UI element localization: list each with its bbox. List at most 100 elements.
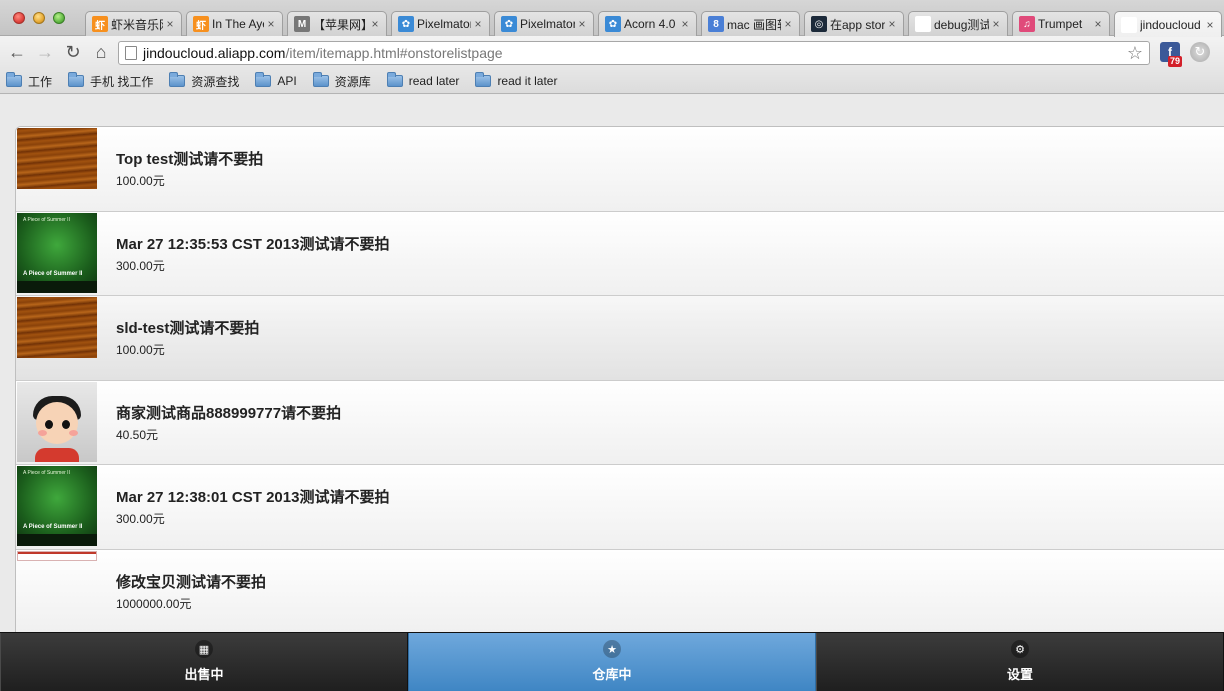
folder-icon (6, 72, 22, 87)
bookmark-folder[interactable]: 工作 (6, 72, 52, 90)
tab-close-icon[interactable]: × (471, 17, 485, 31)
bookmark-label: 手机 找工作 (90, 74, 154, 89)
item-title: 商家测试商品888999777请不要拍 (116, 404, 342, 422)
tab-favicon-icon: 虾 (193, 16, 209, 32)
browser-tab[interactable]: ✿ Pixelmator × (494, 11, 594, 36)
list-item[interactable]: A Piece of Summer II A Piece of Summer II… (16, 465, 1224, 550)
tab-close-icon[interactable]: × (781, 17, 795, 31)
tab-favicon-icon: ♫ (1019, 16, 1035, 32)
thumbnail-bar (17, 280, 97, 293)
browser-tab[interactable]: ♫ Trumpet × (1012, 11, 1110, 36)
item-thumbnail (17, 381, 97, 462)
bookmark-folder[interactable]: 资源库 (312, 72, 371, 90)
forward-button[interactable]: → (34, 41, 56, 63)
tab-title: 虾米音乐网 (111, 17, 163, 32)
tab-title: Pixelmator (520, 17, 575, 31)
tab-title: 【苹果网】 (313, 17, 368, 32)
item-price: 100.00元 (116, 343, 165, 357)
item-price: 300.00元 (116, 512, 165, 526)
tab-favicon-icon (915, 16, 931, 32)
bookmark-folder[interactable]: read it later (475, 72, 557, 88)
bookmark-label: API (277, 74, 297, 88)
thumbnail-caption: A Piece of Summer II (23, 524, 83, 530)
tab-title: debug测试 (934, 17, 989, 32)
list-item[interactable]: Top test测试请不要拍 100.00元 (16, 127, 1224, 212)
home-button[interactable]: ⌂ (90, 41, 112, 63)
bookmark-star-icon[interactable]: ☆ (1127, 43, 1143, 64)
bottom-navbar: ▦ 出售中 ★ 仓库中 ⚙ 设置 (0, 632, 1224, 691)
list-item[interactable]: 修改宝贝测试请不要拍 1000000.00元 (16, 549, 1224, 632)
zoom-window-button[interactable] (53, 12, 65, 24)
item-title: 修改宝贝测试请不要拍 (116, 573, 267, 591)
tab-close-icon[interactable]: × (264, 17, 278, 31)
close-window-button[interactable] (13, 12, 25, 24)
bookmark-folder[interactable]: API (255, 72, 297, 88)
page-icon (125, 46, 137, 60)
folder-icon (475, 72, 492, 87)
tab-favicon-icon: 虾 (92, 16, 108, 32)
browser-toolbar: ← → ↻ ⌂ jindoucloud.aliapp.com/item/item… (0, 36, 1224, 69)
bookmark-label: 资源库 (334, 74, 371, 89)
tab-close-icon[interactable]: × (575, 17, 589, 31)
list-item[interactable]: 商家测试商品888999777请不要拍 40.50元 (16, 380, 1224, 465)
extension-badge: 79 (1168, 56, 1183, 67)
item-thumbnail: A Piece of Summer II A Piece of Summer II (17, 212, 97, 293)
item-price: 40.50元 (116, 427, 159, 442)
tab-favicon-icon: ◎ (811, 16, 827, 32)
tab-favicon-icon: ✿ (501, 16, 517, 32)
tab-favicon-icon: 8 (708, 16, 724, 32)
item-price: 300.00元 (116, 258, 165, 273)
tab-close-icon[interactable]: × (989, 17, 1003, 31)
folder-icon (169, 72, 186, 87)
folder-icon (386, 72, 403, 87)
folder-icon (255, 72, 272, 87)
bookmark-label: 资源查找 (191, 74, 240, 89)
tab-close-icon[interactable]: × (368, 17, 382, 31)
item-title: Mar 27 12:35:53 CST 2013测试请不要拍 (116, 235, 390, 253)
nav-tab-label: 出售中 (184, 667, 224, 682)
minimize-window-button[interactable] (33, 12, 45, 24)
browser-tab[interactable]: M 【苹果网】 × (287, 11, 387, 36)
address-bar[interactable]: jindoucloud.aliapp.com/item/itemapp.html… (118, 41, 1150, 65)
nav-tab[interactable]: ★ 仓库中 (408, 633, 816, 691)
list-item[interactable]: A Piece of Summer II A Piece of Summer II… (16, 211, 1224, 296)
browser-tab[interactable]: ✿ Pixelmator × (391, 11, 490, 36)
nav-tab-label: 设置 (1006, 667, 1033, 682)
tab-close-icon[interactable]: × (163, 17, 177, 31)
thumbnail-caption: A Piece of Summer II (23, 470, 70, 476)
browser-tab[interactable]: debug测试 × (908, 11, 1008, 36)
browser-tab[interactable]: 虾In The Ayer× (186, 11, 283, 36)
page-content: Top test测试请不要拍 100.00元 A Piece of Summer I… (0, 95, 1224, 632)
browser-tab[interactable]: 虾虾米音乐网× (85, 11, 182, 36)
bookmark-folder[interactable]: 资源查找 (169, 72, 240, 90)
thumbnail-caption: A Piece of Summer II (23, 216, 70, 223)
browser-tab[interactable]: jindoucloud × (1114, 11, 1222, 37)
refresh-extension-icon[interactable]: ↻ (1190, 42, 1210, 62)
item-thumbnail (17, 128, 97, 189)
item-thumbnail (17, 550, 97, 561)
tab-close-icon[interactable]: × (1091, 17, 1105, 31)
nav-tab[interactable]: ⚙ 设置 (816, 633, 1224, 691)
tab-close-icon[interactable]: × (1203, 18, 1217, 32)
folder-icon (312, 72, 329, 87)
browser-tab[interactable]: ◎ 在app stor × (804, 11, 904, 36)
nav-tab-label: 仓库中 (592, 667, 632, 682)
browser-tab[interactable]: 8mac 画图软× (701, 11, 800, 36)
tab-title: 在app stor (830, 17, 885, 32)
bookmark-folder[interactable]: 手机 找工作 (68, 72, 154, 90)
folder-icon (68, 72, 85, 87)
back-button[interactable]: ← (6, 41, 28, 63)
reload-button[interactable]: ↻ (62, 41, 84, 63)
tab-close-icon[interactable]: × (885, 17, 899, 31)
item-thumbnail: A Piece of Summer II A Piece of Summer II (17, 466, 97, 546)
tab-close-icon[interactable]: × (678, 17, 692, 31)
nav-tab[interactable]: ▦ 出售中 (0, 633, 408, 691)
url-host: jindoucloud.aliapp.com (143, 45, 286, 61)
tab-title: Pixelmator (417, 17, 471, 31)
tab-strip: 虾虾米音乐网×虾In The Ayer×M【苹果网】×✿Pixelmator×✿… (0, 0, 1224, 37)
browser-tab[interactable]: ✿ Acorn 4.0 × (598, 11, 697, 36)
item-title: sld-test测试请不要拍 (116, 320, 260, 337)
bookmark-folder[interactable]: read later (386, 72, 459, 88)
list-item[interactable]: sld-test测试请不要拍 100.00元 (16, 296, 1224, 381)
thumbnail-caption: A Piece of Summer II (23, 270, 83, 277)
